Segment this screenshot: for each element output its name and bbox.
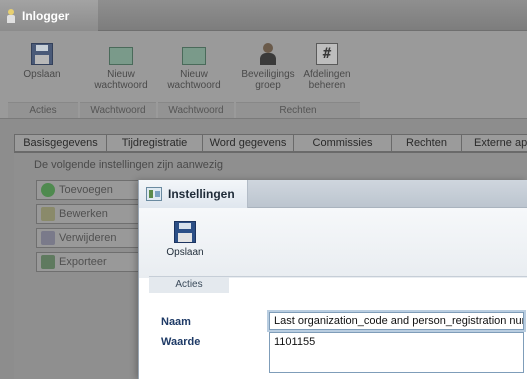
main-window-titlebar: Inlogger xyxy=(0,0,527,31)
tab-externe-apps[interactable]: Externe ap xyxy=(461,134,527,152)
edit-button[interactable]: Bewerken xyxy=(36,204,140,224)
waarde-field[interactable]: 1101155 xyxy=(269,332,524,373)
naam-label: Naam xyxy=(161,316,191,328)
export-button[interactable]: Exporteer xyxy=(36,252,140,272)
naam-field[interactable]: Last organization_code and person_regist… xyxy=(269,312,524,330)
ribbon-group-wachtwoord-2: Wachtwoord xyxy=(158,102,234,118)
card-icon xyxy=(182,47,206,65)
save-button[interactable]: Opslaan xyxy=(22,43,62,80)
waarde-label: Waarde xyxy=(161,336,201,348)
edit-button-label: Bewerken xyxy=(59,208,108,220)
ribbon-group-rechten: Rechten xyxy=(236,102,360,118)
main-ribbon: Opslaan Nieuw wachtwoord Nieuw wachtwoor… xyxy=(0,31,527,119)
settings-dialog: Instellingen Opslaan Acties Naam Last or… xyxy=(138,180,527,379)
delete-button[interactable]: Verwijderen xyxy=(36,228,140,248)
manage-departments-button[interactable]: # Afdelingen beheren xyxy=(302,43,352,91)
delete-icon xyxy=(41,231,55,245)
new-password-button-label: Nieuw wachtwoord xyxy=(94,69,148,91)
manage-departments-button-label: Afdelingen beheren xyxy=(303,69,351,91)
security-group-button-label: Beveiligings groep xyxy=(241,69,295,91)
delete-button-label: Verwijderen xyxy=(59,232,117,244)
save-icon xyxy=(31,43,53,65)
ribbon-group-acties: Acties xyxy=(8,102,78,118)
export-icon xyxy=(41,255,55,269)
new-password-button-2-label: Nieuw wachtwoord xyxy=(167,69,221,91)
settings-form: Naam Last organization_code and person_r… xyxy=(139,294,527,379)
tab-basisgegevens[interactable]: Basisgegevens xyxy=(14,134,106,152)
settings-dialog-titlebar[interactable]: Instellingen xyxy=(139,180,527,208)
settings-icon xyxy=(146,187,162,201)
dialog-group-divider xyxy=(229,276,527,277)
new-password-button-2[interactable]: Nieuw wachtwoord xyxy=(165,43,223,91)
main-window-title: Inlogger xyxy=(22,8,70,23)
settings-note: De volgende instellingen zijn aanwezig xyxy=(34,159,223,171)
security-group-button[interactable]: Beveiligings groep xyxy=(238,43,298,91)
edit-icon xyxy=(41,207,55,221)
dialog-save-button-label: Opslaan xyxy=(166,247,204,258)
tab-word-gegevens[interactable]: Word gegevens xyxy=(202,134,293,152)
dialog-group-acties: Acties xyxy=(149,276,229,293)
tab-rechten[interactable]: Rechten xyxy=(391,134,461,152)
main-window-title-badge: Inlogger xyxy=(0,0,98,31)
user-icon xyxy=(6,8,16,23)
new-password-button[interactable]: Nieuw wachtwoord xyxy=(92,43,150,91)
add-button-label: Toevoegen xyxy=(59,184,113,196)
ribbon-group-wachtwoord: Wachtwoord xyxy=(80,102,156,118)
tab-tijdregistratie[interactable]: Tijdregistratie xyxy=(106,134,202,152)
card-icon xyxy=(109,47,133,65)
save-button-label: Opslaan xyxy=(23,69,61,80)
add-button[interactable]: Toevoegen xyxy=(36,180,140,200)
settings-dialog-ribbon: Opslaan xyxy=(139,208,527,278)
add-icon xyxy=(41,183,55,197)
save-icon xyxy=(174,221,196,243)
tab-bar: Basisgegevens Tijdregistratie Word gegev… xyxy=(14,134,527,152)
export-button-label: Exporteer xyxy=(59,256,107,268)
settings-dialog-title: Instellingen xyxy=(168,187,235,201)
settings-dialog-title-badge: Instellingen xyxy=(139,180,248,208)
hash-icon: # xyxy=(316,43,338,65)
tab-commissies[interactable]: Commissies xyxy=(293,134,391,152)
dialog-save-button[interactable]: Opslaan xyxy=(155,221,215,258)
person-icon xyxy=(257,43,279,65)
